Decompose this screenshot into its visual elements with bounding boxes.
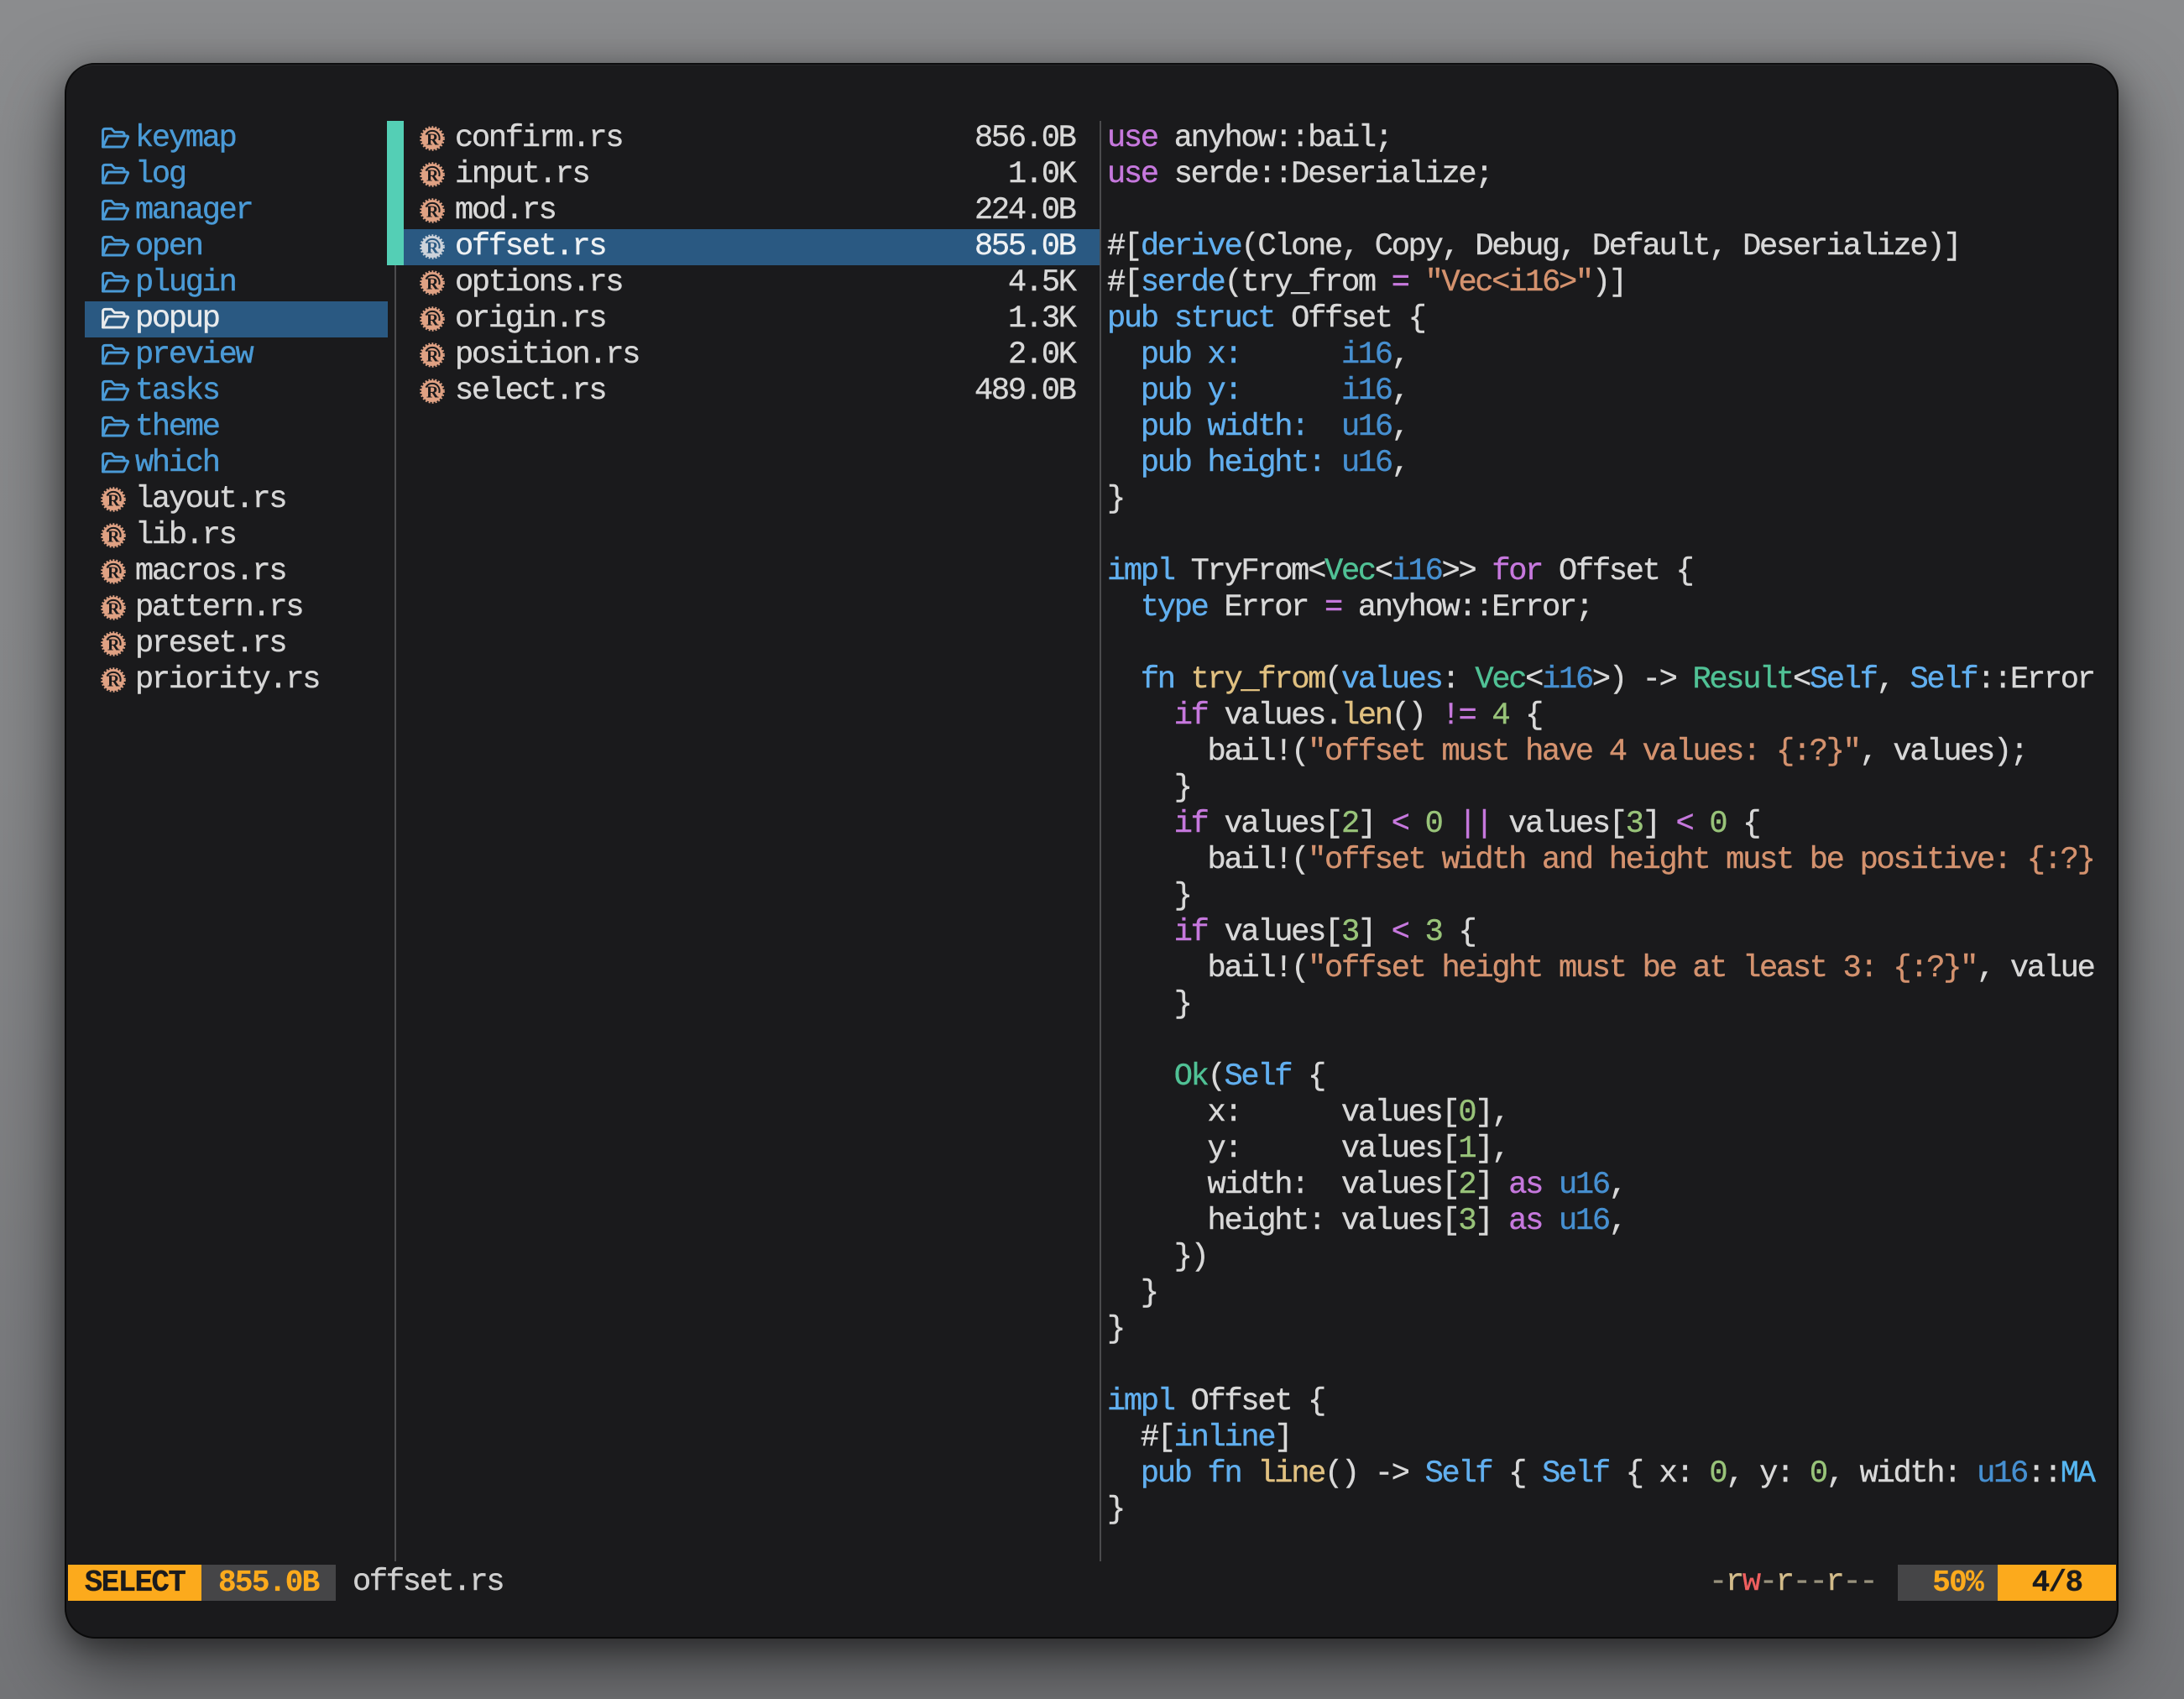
svg-text:R: R (426, 239, 439, 258)
svg-text:R: R (426, 203, 439, 222)
svg-text:R: R (107, 672, 120, 691)
svg-text:R: R (426, 311, 439, 330)
svg-text:R: R (107, 600, 120, 619)
svg-text:R: R (426, 131, 439, 149)
svg-text:R: R (107, 564, 120, 583)
svg-text:R: R (426, 167, 439, 186)
svg-text:R: R (107, 528, 120, 546)
svg-text:R: R (426, 275, 439, 294)
svg-text:R: R (426, 384, 439, 402)
svg-text:R: R (107, 492, 120, 510)
svg-text:R: R (426, 348, 439, 366)
svg-text:R: R (107, 636, 120, 655)
